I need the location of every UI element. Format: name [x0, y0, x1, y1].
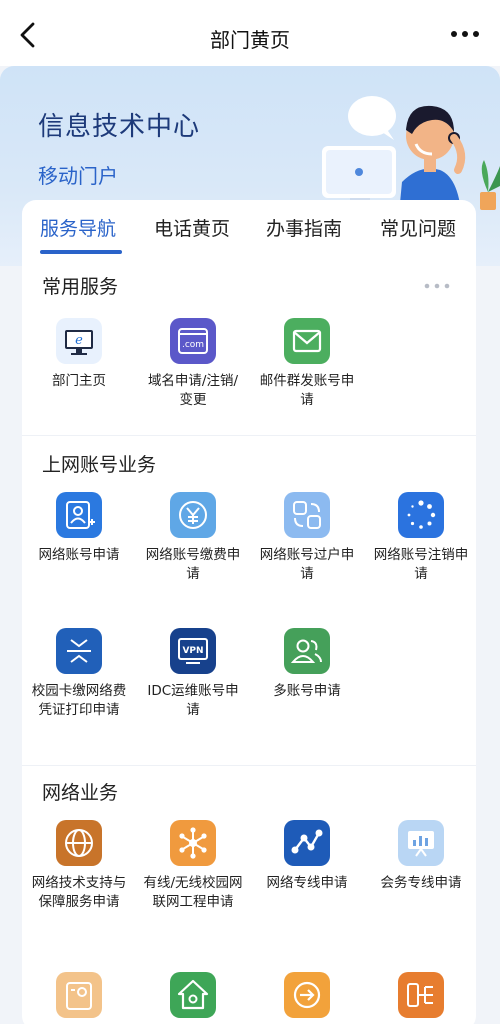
service-item-label: 部门主页 — [52, 373, 106, 389]
section-divider — [22, 765, 476, 766]
tab-bar: 服务导航 电话黄页 办事指南 常见问题 — [22, 200, 476, 260]
users-icon — [284, 628, 330, 674]
com-domain-icon: .com — [170, 318, 216, 364]
presentation-icon — [398, 820, 444, 866]
home-icon — [170, 972, 216, 1018]
svg-text:e: e — [75, 333, 83, 348]
tab-service-navigation[interactable]: 服务导航 — [40, 214, 116, 241]
service-item-idc-account[interactable]: VPN IDC运维账号申请 — [136, 628, 250, 720]
service-item-label: 校园卡缴网络费凭证打印申请 — [31, 683, 127, 718]
section-title-network: 网络业务 — [42, 782, 119, 804]
section-more-icon[interactable] — [422, 280, 452, 292]
mail-icon — [284, 318, 330, 364]
service-item-label: 网络技术支持与保障服务申请 — [31, 875, 127, 910]
tab-faq[interactable]: 常见问题 — [380, 214, 456, 241]
service-item-account-apply[interactable]: 网络账号申请 — [22, 492, 136, 565]
service-item-account-payment[interactable]: 网络账号缴费申请 — [136, 492, 250, 584]
flow-icon — [398, 972, 444, 1018]
section-title-common: 常用服务 — [42, 276, 119, 298]
service-item-account-cancel[interactable]: 网络账号注销申请 — [364, 492, 476, 584]
service-item-dept-homepage[interactable]: e 部门主页 — [22, 318, 136, 391]
yen-icon — [170, 492, 216, 538]
globe-icon — [56, 820, 102, 866]
tab-phone-directory[interactable]: 电话黄页 — [154, 214, 230, 241]
service-item-label: 会务专线申请 — [380, 875, 462, 891]
service-item-multi-account[interactable]: 多账号申请 — [250, 628, 364, 701]
service-item-label: 网络账号注销申请 — [373, 547, 469, 582]
transfer-icon — [284, 492, 330, 538]
vpn-icon: VPN — [170, 628, 216, 674]
service-item-mail[interactable]: 邮件群发账号申请 — [250, 318, 364, 410]
top-bar: 部门黄页 — [0, 0, 500, 66]
service-item-label: 网络账号过户申请 — [259, 547, 355, 582]
service-item-label: IDC运维账号申请 — [147, 683, 239, 718]
service-item-label: 有线/无线校园网联网工程申请 — [143, 875, 243, 910]
service-item-domain[interactable]: .com 域名申请/注销/变更 — [136, 318, 250, 410]
section-title-account: 上网账号业务 — [42, 454, 157, 476]
service-item-conference-line[interactable]: 会务专线申请 — [364, 820, 476, 893]
scan-icon — [56, 628, 102, 674]
section-divider — [22, 435, 476, 436]
loading-dots-icon — [398, 492, 444, 538]
page-title: 部门黄页 — [210, 28, 290, 52]
service-item-campus-card-print[interactable]: 校园卡缴网络费凭证打印申请 — [22, 628, 136, 720]
service-item-label: 多账号申请 — [273, 683, 341, 699]
active-tab-indicator — [40, 250, 122, 254]
share-icon — [284, 820, 330, 866]
svg-text:.com: .com — [182, 340, 204, 350]
service-item-label: 网络账号缴费申请 — [145, 547, 241, 582]
service-item-account-transfer[interactable]: 网络账号过户申请 — [250, 492, 364, 584]
hero-title: 信息技术中心 — [38, 112, 201, 142]
arrow-circle-icon — [284, 972, 330, 1018]
service-item-campus-network-project[interactable]: 有线/无线校园网联网工程申请 — [136, 820, 250, 912]
service-item-label: 网络专线申请 — [266, 875, 348, 891]
service-item-partial[interactable] — [250, 972, 364, 1018]
ie-monitor-icon: e — [56, 318, 102, 364]
service-item-dedicated-line[interactable]: 网络专线申请 — [250, 820, 364, 893]
service-item-partial[interactable] — [22, 972, 136, 1018]
more-options-icon[interactable] — [448, 22, 482, 46]
service-item-partial[interactable] — [364, 972, 476, 1018]
service-item-network-support[interactable]: 网络技术支持与保障服务申请 — [22, 820, 136, 912]
service-item-label: 邮件群发账号申请 — [259, 373, 355, 408]
service-item-label: 域名申请/注销/变更 — [147, 373, 239, 408]
user-add-icon — [56, 492, 102, 538]
hero-subtitle: 移动门户 — [38, 164, 118, 188]
svg-text:VPN: VPN — [182, 646, 203, 656]
hub-icon — [170, 820, 216, 866]
id-card-icon — [56, 972, 102, 1018]
content-card: 服务导航 电话黄页 办事指南 常见问题 常用服务 e 部门主页 .com 域名申… — [22, 200, 476, 1024]
service-item-label: 网络账号申请 — [38, 547, 120, 563]
service-item-partial[interactable] — [136, 972, 250, 1018]
tab-work-guide[interactable]: 办事指南 — [266, 214, 342, 241]
